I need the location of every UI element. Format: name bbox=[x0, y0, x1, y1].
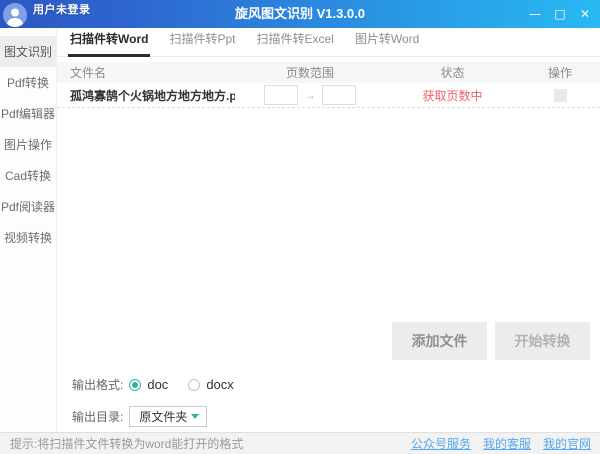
sidebar-item-pdf-convert[interactable]: Pdf转换 bbox=[0, 67, 56, 98]
titlebar: 用户未登录 旋风图文识别 V1.3.0.0 — □ ✕ bbox=[0, 0, 600, 28]
row-checkbox[interactable] bbox=[554, 89, 567, 102]
radio-option-docx[interactable]: docx bbox=[188, 377, 233, 392]
sidebar-item-ocr[interactable]: 图文识别 bbox=[0, 36, 56, 67]
close-icon[interactable]: ✕ bbox=[578, 7, 592, 21]
file-name: 孤鸿寡鹄个火锅地方地方地方.pdf bbox=[57, 87, 235, 104]
output-dir-label: 输出目录: bbox=[72, 408, 123, 425]
statusbar-links: 公众号服务 我的客服 我的官网 bbox=[411, 435, 591, 452]
sidebar-item-video-convert[interactable]: 视频转换 bbox=[0, 222, 56, 253]
minimize-icon[interactable]: — bbox=[528, 7, 542, 21]
tab-bar: 扫描件转Word 扫描件转Ppt 扫描件转Excel 图片转Word bbox=[57, 28, 600, 57]
table-row: 孤鸿寡鹄个火锅地方地方地方.pdf → 获取页数中 bbox=[57, 83, 600, 108]
file-table-header: 文件名 页数范围 状态 操作 bbox=[57, 62, 600, 83]
page-to-input[interactable] bbox=[322, 85, 356, 105]
output-format-label: 输出格式: bbox=[72, 376, 123, 393]
sidebar-item-image-tools[interactable]: 图片操作 bbox=[0, 129, 56, 160]
sidebar-item-pdf-editor[interactable]: Pdf编辑器 bbox=[0, 98, 56, 129]
sidebar-item-cad-convert[interactable]: Cad转换 bbox=[0, 160, 56, 191]
output-format-options: doc docx bbox=[129, 377, 233, 392]
app-body: 图文识别 Pdf转换 Pdf编辑器 图片操作 Cad转换 Pdf阅读器 视频转换… bbox=[0, 28, 600, 432]
tab-image-to-word[interactable]: 图片转Word bbox=[353, 30, 421, 57]
page-range-controls: → bbox=[235, 85, 385, 105]
status-tip: 提示:将扫描件文件转换为word能打开的格式 bbox=[10, 435, 243, 452]
window-controls: — □ ✕ bbox=[528, 0, 592, 28]
header-operation: 操作 bbox=[520, 64, 600, 81]
statusbar: 提示:将扫描件文件转换为word能打开的格式 公众号服务 我的客服 我的官网 bbox=[0, 432, 600, 454]
output-format-row: 输出格式: doc docx bbox=[72, 376, 600, 393]
output-dir-select[interactable]: 原文件夹 bbox=[129, 406, 207, 427]
app-window: 用户未登录 旋风图文识别 V1.3.0.0 — □ ✕ 图文识别 Pdf转换 P… bbox=[0, 0, 600, 454]
range-arrow-icon: → bbox=[304, 88, 316, 102]
header-filename: 文件名 bbox=[57, 64, 235, 81]
header-page-range: 页数范围 bbox=[235, 64, 385, 81]
user-status-label[interactable]: 用户未登录 bbox=[33, 1, 91, 17]
action-buttons: 添加文件 开始转换 bbox=[57, 322, 600, 360]
radio-doc-label: doc bbox=[147, 377, 168, 392]
user-avatar-icon[interactable] bbox=[3, 3, 27, 27]
add-file-button[interactable]: 添加文件 bbox=[392, 322, 487, 360]
status-badge: 获取页数中 bbox=[385, 87, 520, 104]
main-content: 扫描件转Word 扫描件转Ppt 扫描件转Excel 图片转Word 文件名 页… bbox=[57, 28, 600, 432]
tab-scan-to-ppt[interactable]: 扫描件转Ppt bbox=[167, 30, 237, 57]
link-customer-service[interactable]: 我的客服 bbox=[483, 435, 531, 452]
link-official-account[interactable]: 公众号服务 bbox=[411, 435, 471, 452]
page-from-input[interactable] bbox=[264, 85, 298, 105]
tab-scan-to-word[interactable]: 扫描件转Word bbox=[68, 30, 150, 57]
header-status: 状态 bbox=[385, 64, 520, 81]
start-convert-button[interactable]: 开始转换 bbox=[495, 322, 590, 360]
sidebar: 图文识别 Pdf转换 Pdf编辑器 图片操作 Cad转换 Pdf阅读器 视频转换 bbox=[0, 28, 57, 432]
chevron-down-icon bbox=[191, 414, 199, 419]
sidebar-item-pdf-reader[interactable]: Pdf阅读器 bbox=[0, 191, 56, 222]
maximize-icon[interactable]: □ bbox=[553, 7, 567, 21]
output-dir-row: 输出目录: 原文件夹 bbox=[72, 406, 600, 427]
output-dir-value: 原文件夹 bbox=[139, 408, 187, 425]
tab-scan-to-excel[interactable]: 扫描件转Excel bbox=[254, 30, 335, 57]
empty-file-area bbox=[57, 108, 600, 322]
radio-docx-icon[interactable] bbox=[188, 379, 200, 391]
radio-doc-icon[interactable] bbox=[129, 379, 141, 391]
link-official-website[interactable]: 我的官网 bbox=[543, 435, 591, 452]
radio-docx-label: docx bbox=[206, 377, 233, 392]
radio-option-doc[interactable]: doc bbox=[129, 377, 168, 392]
